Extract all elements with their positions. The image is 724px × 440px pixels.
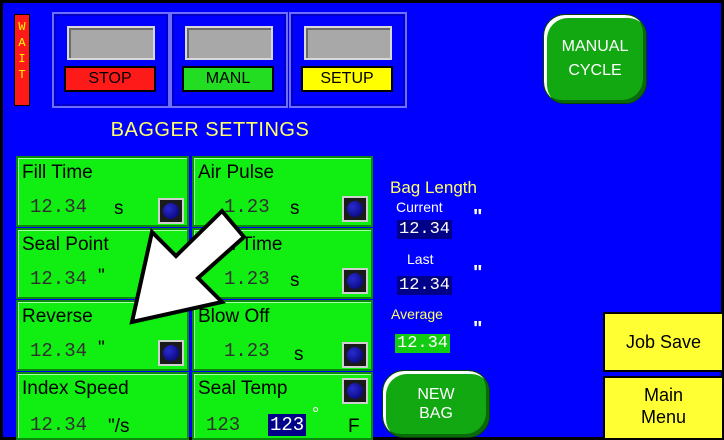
- manual-button[interactable]: MANL: [182, 66, 274, 92]
- seal-temp-knob-icon[interactable]: [342, 378, 368, 404]
- blow-off-panel[interactable]: Blow Off 1.23 s: [192, 300, 373, 371]
- degree-symbol: °: [312, 404, 320, 424]
- stop-control: STOP: [52, 12, 170, 108]
- wait-letter: W: [18, 20, 26, 34]
- blow-off-knob-icon[interactable]: [342, 342, 368, 368]
- fill-time-unit: s: [114, 198, 124, 219]
- seal-temp-label: Seal Temp: [198, 378, 288, 399]
- manual-cycle-button[interactable]: MANUAL CYCLE: [543, 14, 647, 104]
- wait-letter: A: [18, 36, 26, 50]
- main-menu-button[interactable]: Main Menu: [603, 376, 724, 440]
- blow-off-unit: s: [294, 344, 304, 365]
- air-pulse-panel[interactable]: Air Pulse 1.23 s: [192, 156, 373, 227]
- page-title: BAGGER SETTINGS: [110, 119, 310, 141]
- index-speed-unit: "/s: [108, 416, 130, 437]
- average-label: Average: [391, 306, 443, 322]
- seal-point-value: 12.34: [30, 268, 88, 290]
- setup-control: SETUP: [289, 12, 407, 108]
- setup-button[interactable]: SETUP: [301, 66, 393, 92]
- wait-letter: I: [18, 52, 26, 66]
- reverse-knob-icon[interactable]: [158, 340, 184, 366]
- main-menu-line1: Main: [643, 385, 683, 405]
- fill-time-knob-icon[interactable]: [158, 198, 184, 224]
- stop-button[interactable]: STOP: [64, 66, 156, 92]
- seal-time-unit: s: [290, 270, 300, 291]
- wait-indicator: W A I T: [14, 14, 30, 106]
- seal-temp-setpoint: 123: [206, 414, 241, 436]
- new-bag-label: NEW BAG: [383, 385, 489, 423]
- last-length-unit: ": [473, 262, 483, 284]
- main-menu-line2: Menu: [640, 407, 687, 427]
- index-speed-panel[interactable]: Index Speed 12.34 "/s: [16, 372, 189, 440]
- fill-time-value: 12.34: [30, 196, 88, 218]
- last-length-value: 12.34: [397, 276, 453, 295]
- new-bag-button[interactable]: NEW BAG: [382, 370, 490, 438]
- seal-point-panel[interactable]: Seal Point 12.34 ": [16, 228, 189, 299]
- current-length-value: 12.34: [397, 220, 453, 239]
- manual-control: MANL: [170, 12, 288, 108]
- fill-time-label: Fill Time: [22, 162, 93, 183]
- fill-time-panel[interactable]: Fill Time 12.34 s: [16, 156, 189, 227]
- manual-cycle-label: MANUAL CYCLE: [544, 35, 646, 83]
- reverse-label: Reverse: [22, 306, 93, 327]
- seal-time-label: Seal Time: [198, 234, 283, 255]
- index-speed-label: Index Speed: [22, 378, 129, 399]
- reverse-unit: ": [98, 338, 105, 359]
- reverse-panel[interactable]: Reverse 12.34 ": [16, 300, 189, 371]
- new-bag-line1: NEW: [417, 386, 455, 403]
- seal-temp-panel[interactable]: Seal Temp 123 123 ° F: [192, 372, 373, 440]
- manual-status-lamp: [185, 26, 273, 60]
- air-pulse-unit: s: [290, 198, 300, 219]
- index-speed-value: 12.34: [30, 414, 88, 436]
- seal-time-value: 1.23: [224, 268, 270, 290]
- average-length-value: 12.34: [395, 334, 451, 353]
- air-pulse-knob-icon[interactable]: [342, 196, 368, 222]
- last-label: Last: [407, 251, 434, 267]
- wait-letter: T: [18, 68, 26, 82]
- stop-status-lamp: [67, 26, 155, 60]
- seal-time-panel[interactable]: Seal Time 1.23 s: [192, 228, 373, 299]
- seal-temp-actual: 123: [268, 414, 307, 436]
- blow-off-label: Blow Off: [198, 306, 270, 327]
- manual-cycle-line2: CYCLE: [568, 62, 622, 79]
- seal-point-label: Seal Point: [22, 234, 109, 255]
- setup-status-lamp: [304, 26, 392, 60]
- job-save-button[interactable]: Job Save: [603, 312, 724, 372]
- average-length-unit: ": [473, 318, 483, 340]
- seal-temp-unit: F: [348, 416, 360, 437]
- air-pulse-label: Air Pulse: [198, 162, 275, 183]
- current-label: Current: [396, 199, 443, 215]
- new-bag-line2: BAG: [419, 405, 453, 422]
- blow-off-value: 1.23: [224, 340, 270, 362]
- manual-cycle-line1: MANUAL: [561, 38, 629, 55]
- reverse-value: 12.34: [30, 340, 88, 362]
- hmi-screen: W A I T STOP MANL SETUP MANUAL CYCLE BAG…: [0, 0, 724, 440]
- air-pulse-value: 1.23: [224, 196, 270, 218]
- bag-length-title: Bag Length: [390, 178, 477, 197]
- current-length-unit: ": [473, 206, 483, 228]
- seal-time-knob-icon[interactable]: [342, 268, 368, 294]
- seal-point-unit: ": [98, 266, 105, 287]
